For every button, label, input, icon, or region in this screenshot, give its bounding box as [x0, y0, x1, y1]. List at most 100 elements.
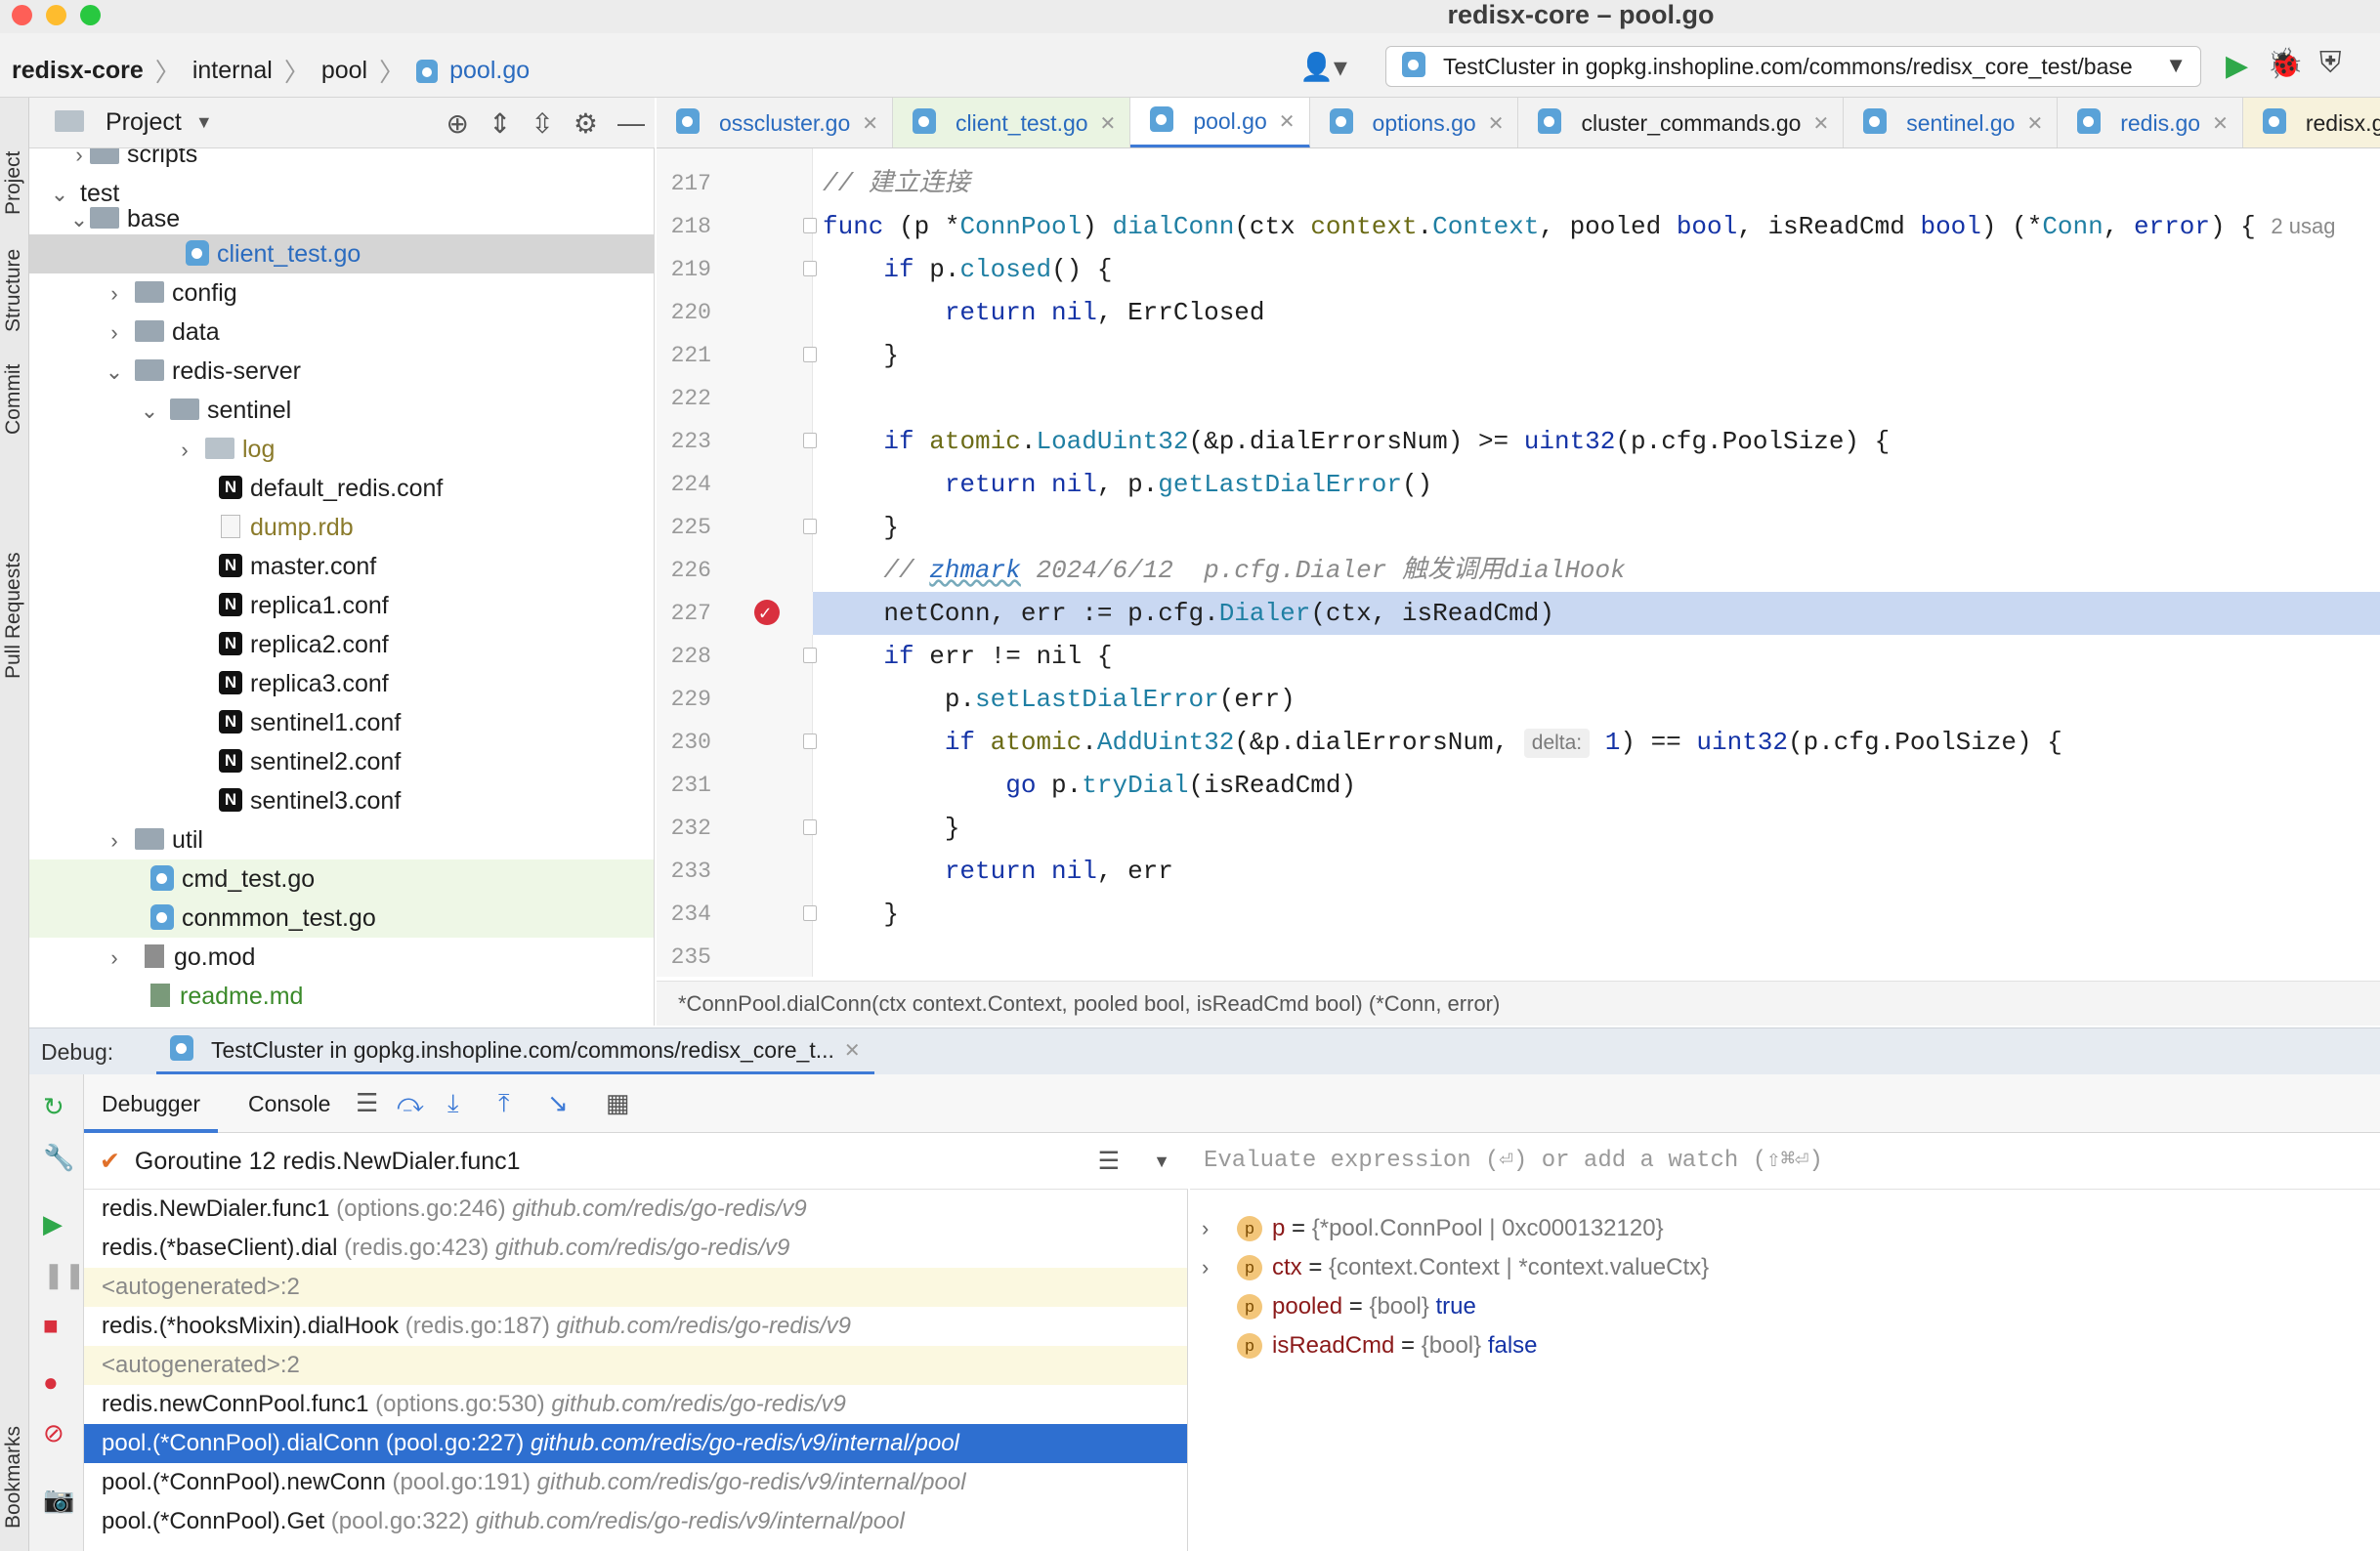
chevron-right-icon[interactable]: ›: [1202, 1248, 1209, 1287]
breadcrumb-file[interactable]: pool.go: [449, 57, 530, 85]
variable-row[interactable]: › p ctx = {context.Context | *context.valu…: [1190, 1248, 2380, 1287]
project-view-selector[interactable]: Project ▼: [55, 108, 213, 137]
tab-client-test-go[interactable]: client_test.go ✕: [893, 98, 1131, 147]
step-over-icon[interactable]: ⤼: [397, 1088, 424, 1119]
collapse-all-icon[interactable]: ⇳: [531, 107, 553, 140]
tab-redis-go[interactable]: redis.go ✕: [2058, 98, 2243, 147]
usages-hint[interactable]: 2 usag: [2271, 214, 2335, 238]
tree-item-conmmon-test-go[interactable]: conmmon_test.go: [29, 899, 654, 938]
close-icon[interactable]: ✕: [1488, 111, 1505, 136]
tree-item-sentinel3-conf[interactable]: Nsentinel3.conf: [29, 781, 654, 820]
variable-row[interactable]: › p p = {*pool.ConnPool | 0xc000132120}: [1190, 1209, 2380, 1248]
tree-item-base[interactable]: ⌄ base: [29, 199, 654, 238]
tree-item-data[interactable]: › data: [29, 313, 654, 352]
run-icon[interactable]: ▶: [2226, 49, 2248, 83]
breadcrumb-project[interactable]: redisx-core: [12, 57, 144, 85]
tree-item-sentinel[interactable]: ⌄ sentinel: [29, 391, 654, 430]
expand-all-icon[interactable]: ⇕: [489, 107, 511, 140]
tab-sentinel-go[interactable]: sentinel.go ✕: [1844, 98, 2059, 147]
tree-item-readme-md[interactable]: readme.md: [29, 977, 654, 1016]
tab-cluster-commands-go[interactable]: cluster_commands.go ✕: [1518, 98, 1845, 147]
side-tab-bookmarks[interactable]: Bookmarks: [2, 1426, 25, 1529]
camera-icon[interactable]: 📷: [43, 1485, 74, 1515]
gear-icon[interactable]: ⚙: [574, 107, 598, 140]
breadcrumb-internal[interactable]: internal: [192, 57, 273, 85]
tree-item-dump-rdb[interactable]: dump.rdb: [29, 508, 654, 547]
tree-item-client-test-go[interactable]: client_test.go: [29, 234, 654, 273]
stack-frame[interactable]: redis.(*baseClient).dial (redis.go:423) …: [84, 1229, 1187, 1268]
stack-frame[interactable]: <autogenerated>:2: [84, 1268, 1187, 1307]
chevron-right-icon[interactable]: ›: [1202, 1209, 1209, 1248]
step-into-icon[interactable]: ⤓: [447, 1088, 459, 1119]
close-icon[interactable]: ✕: [844, 1038, 861, 1063]
stack-frame[interactable]: redis.NewDialer.func1 (options.go:246) g…: [84, 1190, 1187, 1229]
breakpoint-icon[interactable]: [754, 594, 780, 637]
fold-icon[interactable]: [803, 734, 817, 749]
tree-item-redis-server[interactable]: ⌄ redis-server: [29, 352, 654, 391]
breadcrumb-pool[interactable]: pool: [321, 57, 367, 85]
pause-icon[interactable]: ❚❚: [43, 1260, 86, 1290]
tab-options-go[interactable]: options.go ✕: [1310, 98, 1519, 147]
stack-frame[interactable]: redis.newConnPool.func1 (options.go:530)…: [84, 1385, 1187, 1424]
fold-icon[interactable]: [803, 218, 817, 233]
tree-item-replica2-conf[interactable]: Nreplica2.conf: [29, 625, 654, 664]
evaluate-expression-input[interactable]: Evaluate expression (⏎) or add a watch (…: [1190, 1133, 2380, 1190]
close-icon[interactable]: ✕: [1812, 111, 1829, 136]
side-tab-structure[interactable]: Structure: [2, 249, 25, 332]
tree-item-default-redis-conf[interactable]: Ndefault_redis.conf: [29, 469, 654, 508]
view-breakpoints-icon[interactable]: ●: [43, 1367, 59, 1398]
tree-item-scripts[interactable]: › scripts: [29, 148, 654, 174]
code-editor[interactable]: 217 // 建立连接 218 func (p *ConnPool) dialCon…: [657, 148, 2380, 977]
stack-frame[interactable]: pool.(*ConnPool).newConn (pool.go:191) g…: [84, 1463, 1187, 1502]
stack-frame[interactable]: pool.(*ConnPool).Get (pool.go:322) githu…: [84, 1502, 1187, 1541]
tree-item-replica3-conf[interactable]: Nreplica3.conf: [29, 664, 654, 703]
close-icon[interactable]: ✕: [2026, 111, 2043, 136]
tree-item-util[interactable]: › util: [29, 820, 654, 859]
fold-icon[interactable]: [803, 261, 817, 276]
menu-icon[interactable]: ☰: [356, 1088, 378, 1118]
locate-icon[interactable]: ⊕: [446, 107, 468, 140]
fold-icon[interactable]: [803, 819, 817, 835]
close-icon[interactable]: ✕: [862, 111, 878, 136]
tab-debugger[interactable]: Debugger: [84, 1074, 219, 1133]
rerun-icon[interactable]: ↻: [43, 1092, 64, 1122]
tab-console[interactable]: Console: [231, 1074, 348, 1133]
fold-icon[interactable]: [803, 433, 817, 448]
variable-row[interactable]: p isReadCmd = {bool} false: [1190, 1326, 2380, 1365]
debug-icon[interactable]: 🐞: [2267, 47, 2303, 81]
fold-icon[interactable]: [803, 347, 817, 362]
close-icon[interactable]: ✕: [2212, 111, 2229, 136]
stack-frame-selected[interactable]: pool.(*ConnPool).dialConn (pool.go:227) …: [84, 1424, 1187, 1463]
debug-session-tab[interactable]: TestCluster in gopkg.inshopline.com/comm…: [156, 1028, 874, 1075]
resume-icon[interactable]: ▶: [43, 1209, 63, 1239]
coverage-icon[interactable]: ⛨: [2319, 47, 2342, 80]
chevron-down-icon[interactable]: ▼: [1153, 1133, 1170, 1190]
mute-breakpoints-icon[interactable]: ⊘: [43, 1418, 64, 1448]
side-tab-project[interactable]: Project: [2, 151, 25, 215]
account-icon[interactable]: 👤▾: [1299, 51, 1347, 83]
tree-item-replica1-conf[interactable]: Nreplica1.conf: [29, 586, 654, 625]
wrench-icon[interactable]: 🔧: [43, 1143, 74, 1173]
side-tab-commit[interactable]: Commit: [2, 364, 25, 435]
evaluate-table-icon[interactable]: ▦: [606, 1088, 630, 1118]
tab-osscluster-go[interactable]: osscluster.go ✕: [657, 98, 894, 147]
tree-item-config[interactable]: › config: [29, 273, 654, 313]
stack-frame[interactable]: <autogenerated>:2: [84, 1346, 1187, 1385]
variable-row[interactable]: p pooled = {bool} true: [1190, 1287, 2380, 1326]
editor-breadcrumb-signature[interactable]: *ConnPool.dialConn(ctx context.Context, …: [657, 981, 2380, 1026]
tree-item-sentinel2-conf[interactable]: Nsentinel2.conf: [29, 742, 654, 781]
tree-item-cmd-test-go[interactable]: cmd_test.go: [29, 859, 654, 899]
tree-item-master-conf[interactable]: Nmaster.conf: [29, 547, 654, 586]
tab-redisx-go[interactable]: redisx.g: [2242, 98, 2380, 147]
fold-icon[interactable]: [803, 519, 817, 534]
side-tab-pull-requests[interactable]: Pull Requests: [2, 552, 25, 679]
goroutine-selector[interactable]: ✔ Goroutine 12 redis.NewDialer.func1 ☰ ▼: [84, 1133, 1188, 1190]
close-icon[interactable]: ✕: [1279, 109, 1296, 134]
run-to-cursor-icon[interactable]: ↘: [547, 1088, 569, 1118]
stack-frame[interactable]: redis.(*hooksMixin).dialHook (redis.go:1…: [84, 1307, 1187, 1346]
fold-icon[interactable]: [803, 905, 817, 921]
tree-item-sentinel1-conf[interactable]: Nsentinel1.conf: [29, 703, 654, 742]
tree-item-go-mod[interactable]: › go.mod: [29, 938, 654, 977]
run-configuration-select[interactable]: TestCluster in gopkg.inshopline.com/comm…: [1385, 46, 2201, 87]
tree-item-log[interactable]: › log: [29, 430, 654, 469]
